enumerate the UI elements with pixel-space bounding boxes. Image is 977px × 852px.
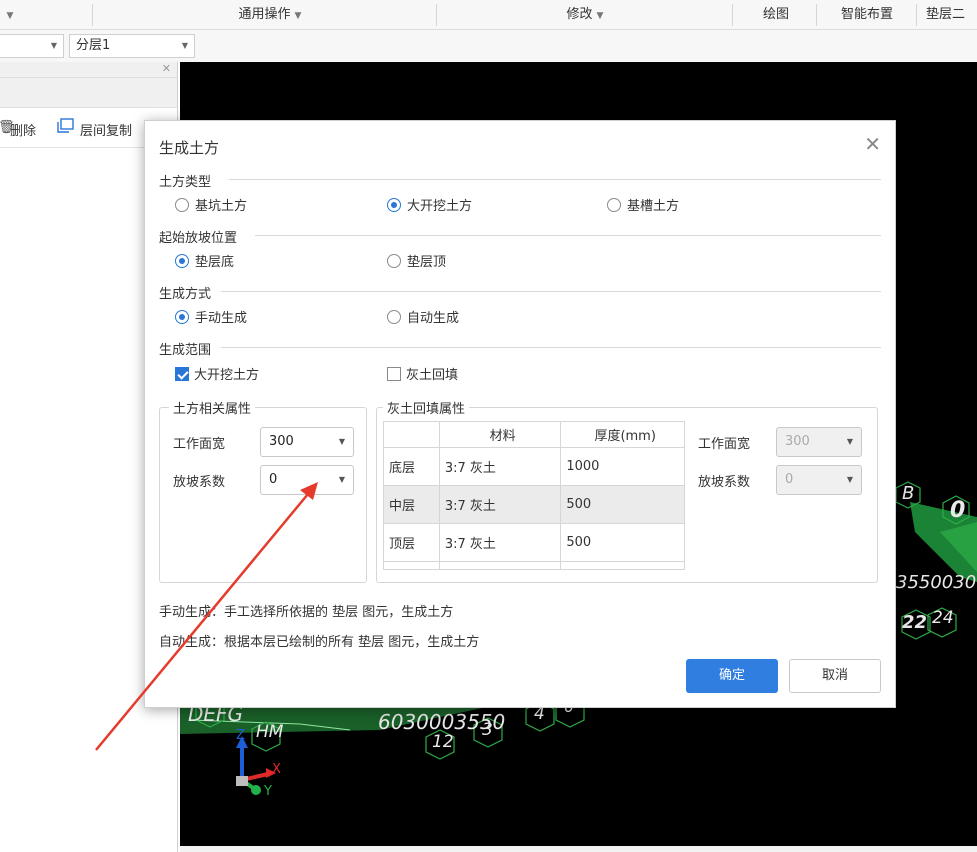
annotation-arrow bbox=[95, 482, 318, 751]
